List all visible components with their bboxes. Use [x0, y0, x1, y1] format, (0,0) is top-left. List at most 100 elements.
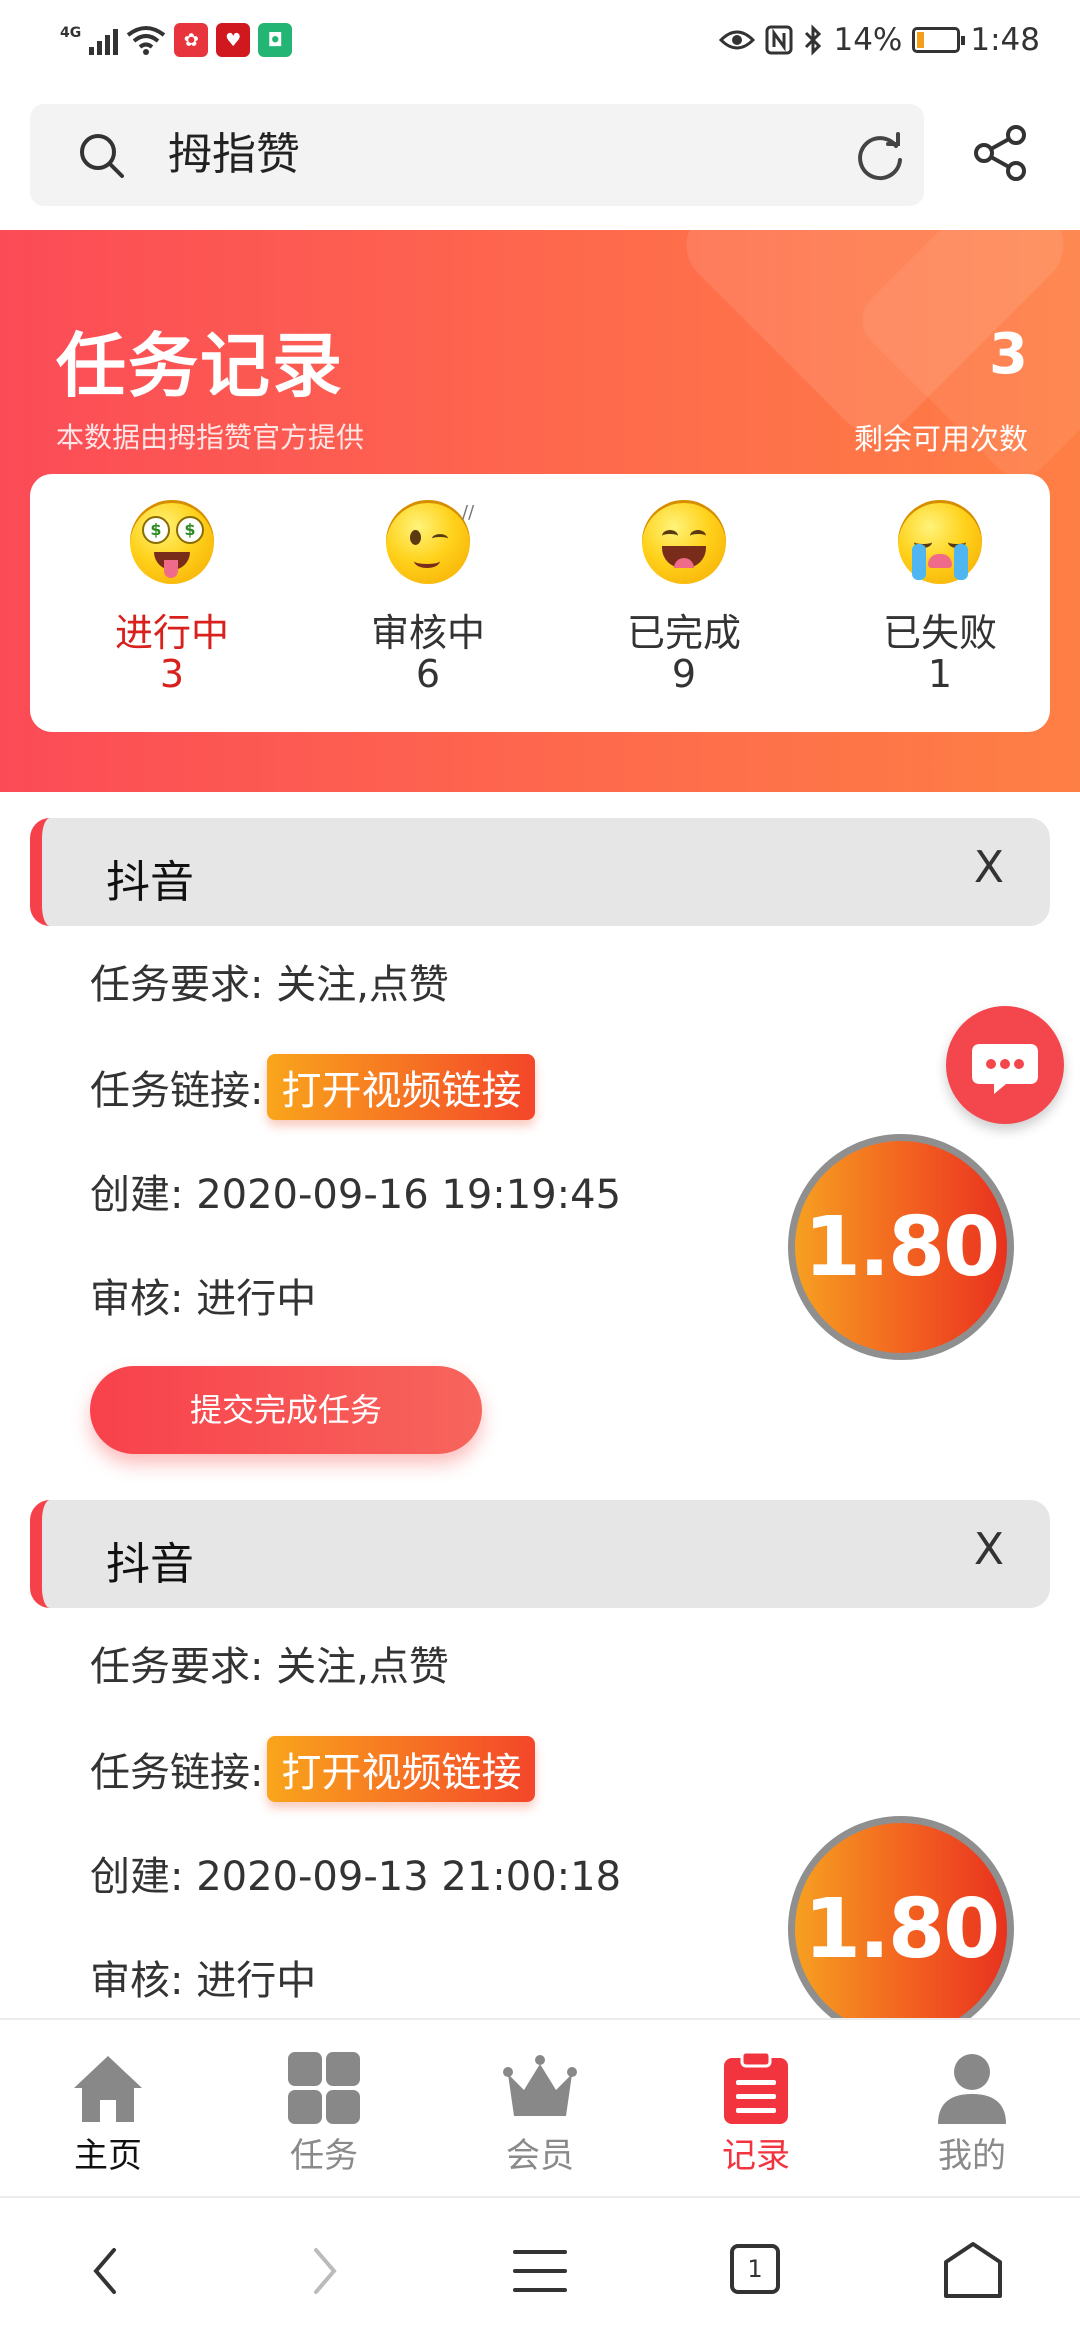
stat-label: 进行中	[114, 611, 229, 655]
home-shape-icon[interactable]	[938, 2236, 1008, 2306]
task-platform: 抖音	[106, 857, 194, 908]
search-input[interactable]: 拇指赞	[168, 128, 300, 182]
home-icon	[74, 2056, 142, 2122]
share-icon[interactable]	[970, 122, 1032, 184]
tabs-button[interactable]: 1	[722, 2236, 792, 2306]
clipboard-icon	[724, 2050, 788, 2124]
signal-icon	[89, 25, 119, 55]
task-stats-card: $ $ 进行中 3 // 审核中 6 已完成 9 已失败 1	[30, 474, 1050, 732]
nav-label: 我的	[938, 2136, 1006, 2176]
stat-label: 审核中	[370, 611, 485, 655]
remaining-count: 3	[989, 322, 1028, 387]
stat-label: 已完成	[626, 611, 741, 655]
task-created-value: 2020-09-16 19:19:45	[196, 1172, 622, 1218]
network-type: 4G	[60, 25, 82, 41]
stat-count: 3	[159, 652, 185, 696]
chat-button[interactable]	[946, 1006, 1064, 1124]
task-requirement-label: 任务要求:	[90, 962, 264, 1008]
reward-amount-badge: 1.80	[788, 1134, 1014, 1360]
task-requirement-label: 任务要求:	[90, 1644, 264, 1690]
task-requirement-value: 关注,点赞	[276, 962, 449, 1008]
stat-in-progress[interactable]: $ $ 进行中 3	[62, 474, 282, 732]
system-navigation-bar: 1	[0, 2196, 1080, 2342]
bluetooth-icon	[805, 24, 822, 56]
nav-item-me[interactable]: 我的	[864, 2020, 1080, 2198]
page-title: 任务记录	[56, 325, 344, 407]
search-icon	[80, 134, 124, 178]
close-button[interactable]: X	[974, 1524, 1004, 1575]
status-bar: 4G ✿ ♥ ◘ 14% 1:48	[0, 0, 1080, 84]
refresh-icon[interactable]	[850, 128, 910, 188]
winking-emoji-icon: //	[386, 500, 474, 584]
grinning-emoji-icon	[642, 500, 726, 584]
task-requirement-value: 关注,点赞	[276, 1644, 449, 1690]
clock: 1:48	[970, 22, 1040, 58]
heart-app-icon: ♥	[216, 23, 251, 57]
bottom-nav: 主页 任务 会员 记录 我的	[0, 2018, 1080, 2198]
status-right: 14% 1:48	[719, 18, 1040, 62]
nav-item-member[interactable]: 会员	[432, 2020, 648, 2198]
chat-bubble-icon	[972, 1044, 1038, 1094]
nav-item-tasks[interactable]: 任务	[216, 2020, 432, 2198]
tab-count: 1	[730, 2244, 780, 2294]
stat-count: 1	[927, 652, 953, 696]
battery-icon	[912, 27, 966, 53]
task-created-value: 2020-09-13 21:00:18	[196, 1854, 622, 1900]
reward-amount-badge: 1.80	[788, 1816, 1014, 2018]
nav-item-records[interactable]: 记录	[648, 2020, 864, 2198]
stat-count: 6	[415, 652, 441, 696]
task-link-label: 任务链接:	[90, 1068, 264, 1114]
money-eyes-emoji-icon: $ $	[130, 500, 214, 584]
wifi-icon	[127, 26, 166, 55]
task-link-row: 任务链接: 打开视频链接	[90, 1054, 536, 1120]
eye-icon	[719, 30, 756, 50]
task-requirement-row: 任务要求: 关注,点赞	[90, 952, 449, 1010]
remaining-count-label: 剩余可用次数	[853, 422, 1028, 456]
nfc-icon	[765, 25, 793, 55]
app-notification-icon: ✿	[174, 23, 209, 57]
task-link-row: 任务链接: 打开视频链接	[90, 1736, 536, 1802]
open-video-link-button[interactable]: 打开视频链接	[267, 1736, 536, 1802]
battery-percent: 14%	[833, 22, 903, 58]
nav-item-home[interactable]: 主页	[0, 2020, 216, 2198]
shield-app-icon: ◘	[258, 23, 293, 57]
search-bar[interactable]: 拇指赞	[30, 104, 924, 206]
stat-reviewing[interactable]: // 审核中 6	[318, 474, 538, 732]
task-created-label: 创建:	[90, 1172, 184, 1218]
task-requirement-row: 任务要求: 关注,点赞	[90, 1634, 449, 1692]
task-review-row: 审核: 进行中	[90, 1948, 316, 2006]
stat-count: 9	[671, 652, 697, 696]
task-review-label: 审核:	[90, 1276, 184, 1322]
task-created-row: 创建: 2020-09-16 19:19:45	[90, 1162, 621, 1220]
menu-icon[interactable]	[505, 2236, 575, 2306]
task-review-value: 进行中	[196, 1958, 317, 2004]
task-card: 抖音 X 任务要求: 关注,点赞 任务链接: 打开视频链接 创建: 2020-09…	[30, 818, 1050, 1478]
task-platform: 抖音	[106, 1539, 194, 1590]
task-link-label: 任务链接:	[90, 1750, 264, 1796]
nav-label: 主页	[74, 2136, 142, 2176]
task-card-header: 抖音 X	[30, 1500, 1050, 1608]
task-review-label: 审核:	[90, 1958, 184, 2004]
forward-icon[interactable]	[288, 2236, 358, 2306]
nav-label: 会员	[506, 2136, 574, 2176]
user-icon	[938, 2054, 1006, 2124]
open-video-link-button[interactable]: 打开视频链接	[267, 1054, 536, 1120]
close-button[interactable]: X	[974, 842, 1004, 893]
task-card: 抖音 X 任务要求: 关注,点赞 任务链接: 打开视频链接 创建: 2020-09…	[30, 1500, 1050, 2018]
task-review-row: 审核: 进行中	[90, 1266, 316, 1324]
status-left: 4G ✿ ♥ ◘	[60, 18, 293, 62]
crown-icon	[503, 2055, 577, 2116]
task-review-value: 进行中	[196, 1276, 317, 1322]
crying-emoji-icon	[898, 500, 982, 584]
nav-label: 记录	[722, 2136, 790, 2176]
task-card-header: 抖音 X	[30, 818, 1050, 926]
submit-task-button[interactable]: 提交完成任务	[90, 1366, 482, 1454]
nav-label: 任务	[290, 2136, 358, 2176]
stat-failed[interactable]: 已失败 1	[830, 474, 1050, 732]
stat-label: 已失败	[882, 611, 997, 655]
back-icon[interactable]	[72, 2236, 142, 2306]
page-subtitle: 本数据由拇指赞官方提供	[56, 421, 365, 454]
stat-completed[interactable]: 已完成 9	[574, 474, 794, 732]
grid-icon	[288, 2052, 360, 2124]
task-created-label: 创建:	[90, 1854, 184, 1900]
